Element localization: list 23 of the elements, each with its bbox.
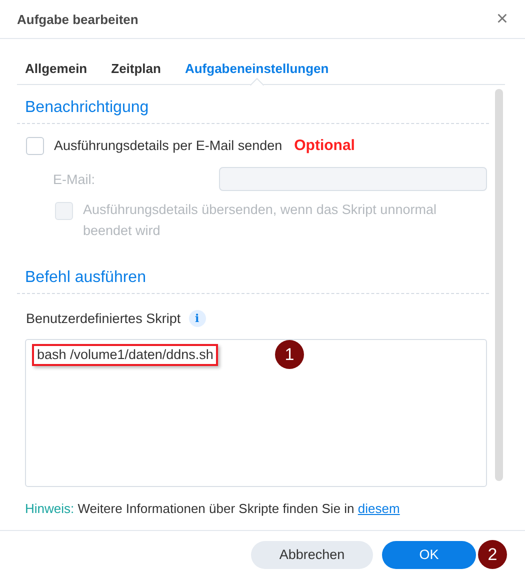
- checkbox[interactable]: [26, 136, 44, 154]
- script-field[interactable]: bash /volume1/daten/ddns.sh 1: [25, 339, 487, 487]
- cancel-button[interactable]: Abbrechen: [251, 540, 373, 568]
- step-badge: 1: [275, 340, 304, 369]
- section-heading: Benachrichtigung: [17, 89, 489, 124]
- ok-button[interactable]: OK: [382, 540, 476, 568]
- tab[interactable]: Aufgabeneinstellungen: [184, 53, 329, 84]
- optional-note: Optional: [294, 137, 355, 154]
- window-title: Aufgabe bearbeiten: [17, 12, 138, 26]
- scrollbar[interactable]: [495, 89, 503, 481]
- checkbox-label: Ausführungsdetails per E-Mail senden: [54, 137, 282, 155]
- close-button[interactable]: ×: [496, 9, 508, 29]
- info-icon[interactable]: i: [188, 310, 206, 327]
- hint-text: Hinweis: Weitere Informationen über Skripte finden Sie in diesem: [25, 501, 401, 516]
- email-label: E-Mail:: [53, 170, 96, 188]
- step-badge: 2: [478, 540, 507, 569]
- tab[interactable]: Allgemein: [25, 53, 88, 84]
- tab[interactable]: Zeitplan: [111, 53, 161, 84]
- checkbox-label: Ausführungsdetails übersenden, wenn das Skript unnormal beendet wird: [83, 201, 438, 240]
- hint-link[interactable]: diesem: [358, 501, 400, 516]
- highlighted-script-text: bash /volume1/daten/ddns.sh: [32, 344, 218, 366]
- section-heading: Befehl ausführen: [17, 259, 489, 294]
- script-label: Benutzerdefiniertes Skript: [26, 310, 181, 328]
